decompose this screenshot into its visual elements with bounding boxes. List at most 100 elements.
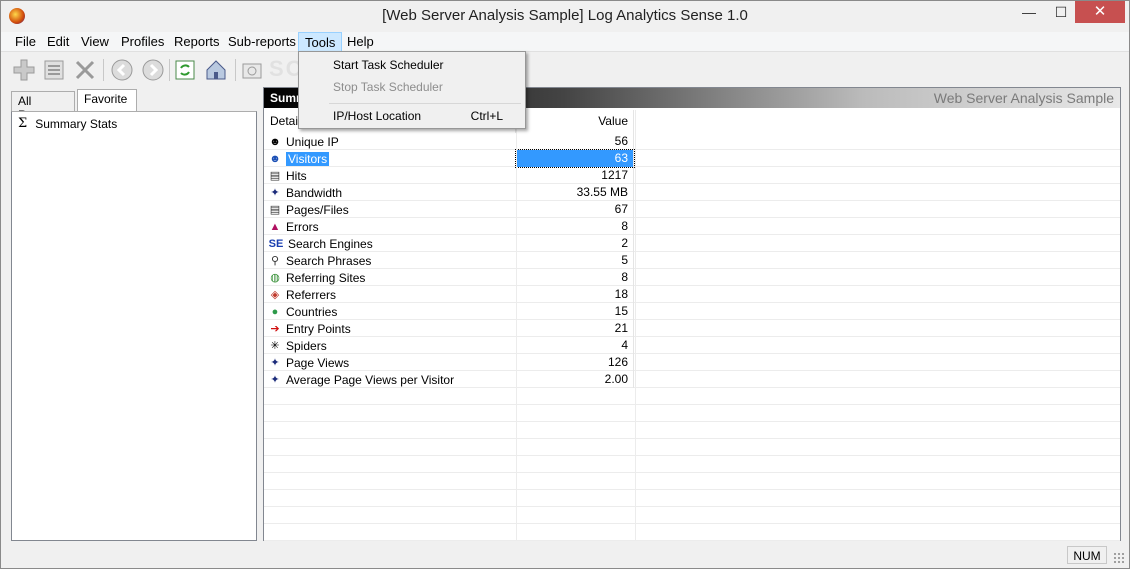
magnifier-icon: ⚲ [270, 254, 280, 267]
menu-bar: File Edit View Profiles Reports Sub-repo… [1, 32, 1129, 52]
menu-item-start-task-scheduler[interactable]: Start Task Scheduler [301, 55, 523, 76]
back-icon[interactable] [109, 57, 135, 83]
num-lock-indicator: NUM [1067, 546, 1107, 564]
cell-detail: ☻ Unique IP [268, 133, 516, 150]
star-icon: ✦ [270, 356, 280, 369]
table-row[interactable]: ☻ Unique IP 56 [264, 133, 1120, 150]
row-label: Search Engines [288, 236, 373, 251]
toolbar-separator [169, 59, 170, 81]
table-row[interactable]: ▤ Pages/Files 67 [264, 201, 1120, 218]
table-row[interactable]: ➔ Entry Points 21 [264, 320, 1120, 337]
menu-item-stop-task-scheduler[interactable]: Stop Task Scheduler [301, 77, 523, 98]
cell-detail: ▤ Hits [268, 167, 516, 184]
window-title: [Web Server Analysis Sample] Log Analyti… [382, 7, 748, 24]
page-icon: ▤ [269, 203, 281, 216]
report-panel: Summ Web Server Analysis Sample Detai Va… [263, 87, 1121, 541]
globe-people-icon: ◍ [270, 271, 280, 284]
visitor-icon: ☻ [269, 152, 281, 165]
menu-help[interactable]: Help [347, 34, 374, 49]
status-bar: NUM [1, 544, 1129, 568]
row-label: Referrers [286, 287, 337, 302]
row-label: Visitors [286, 151, 330, 166]
row-label: Search Phrases [286, 253, 372, 268]
cell-value: 63 [515, 149, 635, 168]
row-label: Average Page Views per Visitor [286, 372, 455, 387]
row-label: Unique IP [286, 134, 339, 149]
cell-detail: ● Countries [268, 303, 516, 320]
cell-detail: ▤ Pages/Files [268, 201, 516, 218]
cell-detail: ✦ Bandwidth [268, 184, 516, 201]
menu-subreports[interactable]: Sub-reports [228, 34, 296, 49]
minimize-button[interactable]: — [1013, 1, 1045, 23]
maximize-button[interactable]: ☐ [1045, 1, 1077, 23]
table-row[interactable]: ✳ Spiders 4 [264, 337, 1120, 354]
forward-icon[interactable] [140, 57, 166, 83]
menu-view[interactable]: View [81, 34, 109, 49]
cell-detail: ⚲ Search Phrases [268, 252, 516, 269]
table-row[interactable]: ⚲ Search Phrases 5 [264, 252, 1120, 269]
cell-value: 4 [516, 337, 634, 354]
table-row[interactable]: SE Search Engines 2 [264, 235, 1120, 252]
globe-icon: ● [271, 305, 279, 318]
cell-value: 1217 [516, 167, 634, 184]
spider-icon: ✳ [270, 339, 280, 352]
toolbar-separator [103, 59, 104, 81]
cell-value: 5 [516, 252, 634, 269]
cell-detail: ▲ Errors [268, 218, 516, 235]
menu-profiles[interactable]: Profiles [121, 34, 164, 49]
cell-value: 67 [516, 201, 634, 218]
table-row[interactable]: ✦ Page Views 126 [264, 354, 1120, 371]
menu-tools[interactable]: Tools [298, 32, 343, 52]
delete-icon[interactable] [72, 57, 98, 83]
cell-detail: SE Search Engines [268, 235, 516, 252]
tab-favorite[interactable]: Favorite [77, 89, 137, 112]
table-row[interactable]: ● Countries 15 [264, 303, 1120, 320]
error-icon: ▲ [269, 220, 281, 233]
list-icon[interactable] [41, 57, 67, 83]
close-button[interactable]: ✕ [1075, 1, 1125, 23]
cell-value: 8 [516, 218, 634, 235]
empty-row [264, 422, 1120, 439]
table-row[interactable]: ◈ Referrers 18 [264, 286, 1120, 303]
referrer-icon: ◈ [270, 288, 280, 301]
title-bar: [Web Server Analysis Sample] Log Analyti… [1, 1, 1129, 31]
star-icon: ✦ [270, 186, 280, 199]
row-label: Hits [286, 168, 307, 183]
menu-item-shortcut: Ctrl+L [470, 109, 503, 123]
row-label: Page Views [286, 355, 350, 370]
export-icon[interactable] [239, 57, 265, 83]
menu-edit[interactable]: Edit [47, 34, 69, 49]
empty-row [264, 456, 1120, 473]
table-row[interactable]: ✦ Bandwidth 33.55 MB [264, 184, 1120, 201]
profile-name: Web Server Analysis Sample [933, 90, 1114, 106]
add-icon[interactable] [11, 57, 37, 83]
cell-detail: ➔ Entry Points [268, 320, 516, 337]
empty-row [264, 490, 1120, 507]
entry-icon: ➔ [270, 322, 280, 335]
table-row[interactable]: ▤ Hits 1217 [264, 167, 1120, 184]
menu-file[interactable]: File [15, 34, 36, 49]
resize-grip[interactable] [1113, 552, 1125, 564]
refresh-icon[interactable] [172, 57, 198, 83]
column-header-value[interactable]: Value [516, 110, 634, 133]
row-label: Errors [286, 219, 319, 234]
table-row[interactable]: ☻ Visitors 63 [264, 149, 1120, 168]
cell-value: 18 [516, 286, 634, 303]
cell-detail: ✦ Page Views [268, 354, 516, 371]
cell-detail: ☻ Visitors [268, 150, 516, 167]
cell-value: 56 [516, 133, 634, 150]
menu-reports[interactable]: Reports [174, 34, 220, 49]
table-row[interactable]: ✦ Average Page Views per Visitor 2.00 [264, 371, 1120, 388]
tree-item-summary-stats[interactable]: Σ Summary Stats [18, 116, 117, 131]
grid-line [635, 110, 636, 540]
table-row[interactable]: ▲ Errors 8 [264, 218, 1120, 235]
tab-all-reports[interactable]: All Reports [11, 91, 75, 122]
cell-value: 15 [516, 303, 634, 320]
empty-row [264, 405, 1120, 422]
empty-row [264, 473, 1120, 490]
row-label: Spiders [286, 338, 327, 353]
home-icon[interactable] [203, 57, 229, 83]
table-row[interactable]: ◍ Referring Sites 8 [264, 269, 1120, 286]
menu-item-ip-host-location[interactable]: IP/Host Location Ctrl+L [301, 106, 523, 127]
empty-row [264, 439, 1120, 456]
